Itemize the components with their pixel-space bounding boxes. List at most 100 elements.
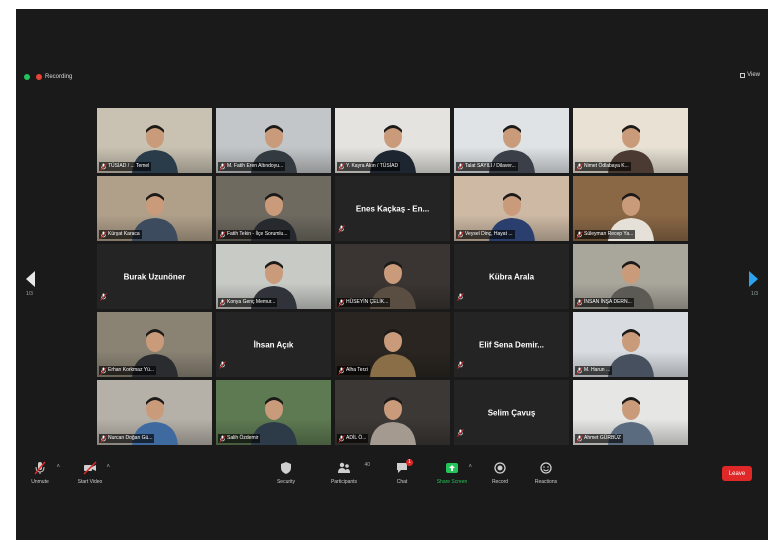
participant-tile[interactable]: Fatih Tekin - İlçe Sorumlu... <box>216 176 331 241</box>
share-options-caret-icon[interactable]: ˄ <box>468 464 472 470</box>
participant-tile[interactable]: Erhan Korkmaz Yü... <box>97 312 212 377</box>
participant-name: Ahmet GÜRBÜZ <box>584 435 621 441</box>
previous-page-arrow-icon[interactable] <box>26 271 35 287</box>
participants-label: Participants <box>330 479 358 485</box>
participant-tile[interactable]: Nimet Ödlabaya K... <box>573 108 688 173</box>
muted-mic-icon <box>219 230 226 239</box>
video-options-caret-icon[interactable]: ˄ <box>106 464 110 470</box>
participant-name: Salih Özdemir <box>227 435 259 441</box>
participant-tile[interactable]: Süleyman Recep Ya... <box>573 176 688 241</box>
participant-name: İNSAN İNŞA DERN... <box>584 299 632 305</box>
grid-view-icon <box>740 72 746 78</box>
participant-name-caption: HÜSEYİN ÇELİK... <box>337 298 391 307</box>
participant-name: HÜSEYİN ÇELİK... <box>346 299 389 305</box>
participant-name-display: Elif Sena Demir... <box>479 340 544 349</box>
muted-mic-indicator <box>338 220 346 238</box>
participant-tile[interactable]: Burak Uzunöner <box>97 244 212 309</box>
participant-tile[interactable]: Nurcan Doğan Gü... <box>97 380 212 445</box>
muted-mic-icon <box>338 366 345 375</box>
muted-mic-icon <box>100 434 107 443</box>
participant-tile[interactable]: Enes Kaçkaş - En... <box>335 176 450 241</box>
chat-button[interactable]: 1 Chat <box>380 459 424 485</box>
participants-button[interactable]: Participants 40 <box>322 461 370 485</box>
participant-name-caption: Salih Özdemir <box>218 434 261 443</box>
participant-name: Y. Kayra Akın / TÜSİAD <box>346 163 399 169</box>
muted-mic-indicator <box>219 356 227 374</box>
participant-tile[interactable]: HÜSEYİN ÇELİK... <box>335 244 450 309</box>
participant-name: Alha Terzi <box>346 367 368 373</box>
muted-mic-icon <box>457 293 464 301</box>
share-screen-label: Share Screen <box>436 479 468 485</box>
participant-tile[interactable]: Kübra Arala <box>454 244 569 309</box>
leave-button[interactable]: Leave <box>722 466 752 481</box>
participant-name-caption: Erhan Korkmaz Yü... <box>99 366 157 375</box>
participant-name: Fatih Tekin - İlçe Sorumlu... <box>227 231 288 237</box>
page-indicator-right: 1/3 <box>751 291 758 297</box>
muted-mic-icon <box>219 298 226 307</box>
muted-mic-icon <box>457 361 464 369</box>
reactions-button[interactable]: Reactions <box>524 461 568 485</box>
participant-name: Nurcan Doğan Gü... <box>108 435 153 441</box>
next-page-arrow-icon[interactable] <box>749 271 758 287</box>
participant-name-caption: ADİL Ö... <box>337 434 369 443</box>
encryption-shield-icon[interactable] <box>24 74 30 80</box>
video-off-icon <box>83 461 97 475</box>
muted-mic-icon <box>100 366 107 375</box>
share-screen-button[interactable]: Share Screen ˄ <box>430 461 474 485</box>
shield-icon <box>281 462 291 474</box>
participant-tile[interactable]: ADİL Ö... <box>335 380 450 445</box>
participant-tile[interactable]: İhsan Açık <box>216 312 331 377</box>
muted-mic-icon <box>219 361 226 369</box>
participant-name-display: Burak Uzunöner <box>123 272 186 281</box>
meeting-top-bar: Recording View <box>16 69 768 85</box>
audio-options-caret-icon[interactable]: ˄ <box>56 464 60 470</box>
participant-tile[interactable]: M. Harun ... <box>573 312 688 377</box>
smiley-icon <box>540 462 552 474</box>
muted-mic-indicator <box>457 288 465 306</box>
participant-name-display: İhsan Açık <box>253 340 294 349</box>
participant-silhouette-icon <box>369 329 416 377</box>
gallery-view: TÜSİAD / ... Temel M. Fatih Eren Altındoy… <box>97 108 688 445</box>
participant-tile[interactable]: Alha Terzi <box>335 312 450 377</box>
participant-tile[interactable]: Kürşat Karaca <box>97 176 212 241</box>
share-screen-icon <box>446 463 458 473</box>
participant-tile[interactable]: Talat SAYILI / Dilaver... <box>454 108 569 173</box>
unmute-button[interactable]: Unmute ˄ <box>18 461 62 485</box>
participant-tile[interactable]: Konya Genç Memur... <box>216 244 331 309</box>
participant-tile[interactable]: Elif Sena Demir... <box>454 312 569 377</box>
muted-mic-icon <box>100 293 107 301</box>
participant-name: Veysel Dinç, Hayat ... <box>465 231 513 237</box>
participant-name: ADİL Ö... <box>346 435 367 441</box>
participant-name-caption: Veysel Dinç, Hayat ... <box>456 230 515 239</box>
chat-unread-badge: 1 <box>406 459 413 466</box>
muted-mic-icon <box>576 230 583 239</box>
muted-mic-icon <box>457 230 464 239</box>
muted-mic-icon <box>576 162 583 171</box>
participant-name: M. Fatih Eren Altındoyu... <box>227 163 284 169</box>
record-button[interactable]: Record <box>478 461 522 485</box>
participants-icon <box>338 462 350 473</box>
muted-mic-icon <box>457 162 464 171</box>
view-button[interactable]: View <box>740 72 760 78</box>
participant-tile[interactable]: Salih Özdemir <box>216 380 331 445</box>
participant-name-caption: Fatih Tekin - İlçe Sorumlu... <box>218 230 290 239</box>
muted-mic-icon <box>100 230 107 239</box>
record-label: Record <box>491 479 509 485</box>
muted-mic-icon <box>338 162 345 171</box>
participant-name: Kürşat Karaca <box>108 231 140 237</box>
participant-tile[interactable]: Veysel Dinç, Hayat ... <box>454 176 569 241</box>
participant-name-caption: İNSAN İNŞA DERN... <box>575 298 634 307</box>
participant-name: Erhan Korkmaz Yü... <box>108 367 155 373</box>
participant-name-caption: Süleyman Recep Ya... <box>575 230 636 239</box>
participant-tile[interactable]: TÜSİAD / ... Temel <box>97 108 212 173</box>
participant-tile[interactable]: Selim Çavuş <box>454 380 569 445</box>
view-label: View <box>747 72 760 78</box>
muted-mic-indicator <box>457 356 465 374</box>
participant-tile[interactable]: İNSAN İNŞA DERN... <box>573 244 688 309</box>
participant-tile[interactable]: M. Fatih Eren Altındoyu... <box>216 108 331 173</box>
zoom-meeting-window: Recording View 1/3 1/3 TÜSİAD / ... Teme… <box>16 9 768 540</box>
participant-tile[interactable]: Ahmet GÜRBÜZ <box>573 380 688 445</box>
security-button[interactable]: Security <box>264 461 308 485</box>
start-video-button[interactable]: Start Video ˄ <box>68 461 112 485</box>
participant-tile[interactable]: Y. Kayra Akın / TÜSİAD <box>335 108 450 173</box>
